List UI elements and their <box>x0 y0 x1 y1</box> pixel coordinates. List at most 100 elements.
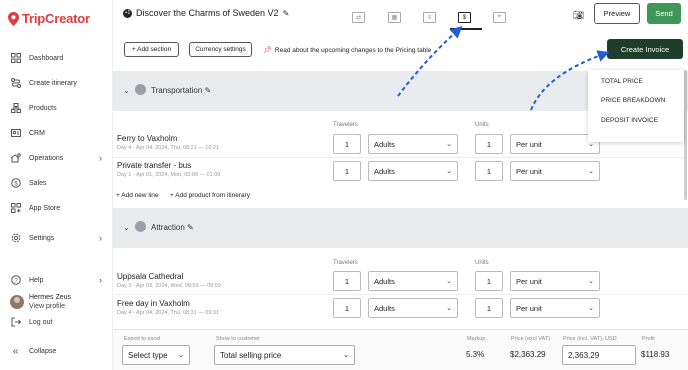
unit-type-select[interactable]: Per unit ⌄ <box>510 134 600 154</box>
route-icon <box>10 78 21 89</box>
currency-settings-button[interactable]: Currency settings <box>189 42 252 57</box>
add-new-line-link[interactable]: + Add new line <box>116 192 158 199</box>
view-profile-link[interactable]: View profile <box>29 302 71 311</box>
traveler-type-select[interactable]: Adults ⌄ <box>368 134 458 154</box>
collapse-button[interactable]: « Collapse <box>10 343 110 359</box>
sidebar-item-create-itinerary[interactable]: Create itinerary <box>10 75 110 91</box>
attraction-icon <box>135 221 146 232</box>
user-profile[interactable]: Hermes Zeus View profile <box>10 293 71 311</box>
chevron-down-icon: ⌄ <box>588 278 594 285</box>
sidebar-item-settings[interactable]: Settings › <box>10 230 110 246</box>
chevron-down-icon: ⌄ <box>446 305 452 312</box>
logo[interactable]: TripCreator <box>8 11 90 26</box>
unit-type-select[interactable]: Per unit ⌄ <box>510 271 600 291</box>
travelers-column-label: Travelers <box>333 122 358 128</box>
traveler-type-select[interactable]: Adults ⌄ <box>368 161 458 181</box>
price-incl-vat-input[interactable]: 2,363.29 <box>562 345 636 365</box>
chevron-right-icon: › <box>99 275 102 285</box>
sidebar-item-label: Create itinerary <box>29 79 77 87</box>
trip-badge: +1 <box>123 8 132 18</box>
chevron-down-icon[interactable]: ⌄ <box>123 86 130 95</box>
add-product-from-itinerary-link[interactable]: + Add product from itinerary <box>170 192 250 199</box>
send-button[interactable]: Send <box>647 3 681 24</box>
trip-title-text: Discover the Charms of Sweden V2 <box>136 8 279 18</box>
invoice-dropdown-menu: TOTAL PRICE PRICE BREAKDOWN DEPOSIT INVO… <box>588 70 684 142</box>
tab-overview-icon[interactable]: ⇄ <box>352 12 365 23</box>
sidebar-item-label: Sales <box>29 179 47 187</box>
active-tab-indicator <box>450 28 482 30</box>
unit-type-select[interactable]: Per unit ⌄ <box>510 161 600 181</box>
item-name: Free day in Vaxholm <box>117 299 190 308</box>
org-icon <box>10 103 21 114</box>
bus-icon <box>135 84 146 95</box>
travelers-input[interactable]: 1 <box>333 134 361 154</box>
chevron-down-icon: ⌄ <box>446 278 452 285</box>
profit-label: Profit <box>642 336 655 342</box>
price-excl-vat-value: $2,363.29 <box>510 350 546 359</box>
dollar-icon: $ <box>10 178 21 189</box>
sidebar-item-dashboard[interactable]: Dashboard <box>10 50 110 66</box>
tab-list-icon[interactable]: ≡ <box>423 12 436 23</box>
add-section-button[interactable]: + Add section <box>124 42 179 57</box>
traveler-type-select[interactable]: Adults ⌄ <box>368 298 458 318</box>
sidebar-item-app-store[interactable]: App Store <box>10 200 110 216</box>
price-excl-vat-label: Price (excl VAT) <box>511 336 550 342</box>
chevron-down-icon: ⌄ <box>343 352 349 359</box>
tab-map-icon[interactable]: ⌖ <box>493 12 506 23</box>
operations-icon <box>10 153 21 164</box>
menu-item-deposit-invoice[interactable]: DEPOSIT INVOICE <box>601 117 658 124</box>
log-out-icon <box>10 317 21 328</box>
log-out-button[interactable]: Log out <box>10 314 110 330</box>
user-name: Hermes Zeus <box>29 294 72 301</box>
units-input[interactable]: 1 <box>475 134 503 154</box>
vertical-scrollbar[interactable] <box>684 70 687 200</box>
menu-item-price-breakdown[interactable]: PRICE BREAKDOWN <box>601 97 665 104</box>
row-divider <box>113 157 688 158</box>
show-to-customer-select[interactable]: Total selling price ⌄ <box>214 345 355 365</box>
units-input[interactable]: 1 <box>475 271 503 291</box>
export-label: Export to excel <box>124 336 161 342</box>
sidebar-item-products[interactable]: Products <box>10 100 110 116</box>
travelers-input[interactable]: 1 <box>333 161 361 181</box>
location-pin-icon <box>8 11 19 26</box>
create-invoice-button[interactable]: Create Invoice <box>607 39 683 59</box>
sidebar-item-label: Dashboard <box>29 54 64 62</box>
markup-value: 5.3% <box>466 350 485 359</box>
sidebar-item-sales[interactable]: $ Sales <box>10 175 110 191</box>
export-type-select[interactable]: Select type ⌄ <box>122 345 190 365</box>
sidebar-item-label: Settings <box>29 234 55 242</box>
pencil-icon[interactable]: ✎ <box>283 9 290 18</box>
traveler-type-select[interactable]: Adults ⌄ <box>368 271 458 291</box>
preview-button[interactable]: Preview <box>594 3 640 24</box>
chevron-right-icon: › <box>99 153 102 163</box>
tab-calendar-icon[interactable]: ▦ <box>388 12 401 23</box>
chevron-down-icon[interactable]: ⌄ <box>123 223 130 232</box>
camera-icon[interactable]: 📷︎ <box>573 10 584 21</box>
pricing-notice[interactable]: 📌︎ Read about the upcoming changes to th… <box>263 46 431 55</box>
item-name: Ferry to Vaxholm <box>117 134 178 143</box>
chevron-down-icon: ⌄ <box>178 352 184 359</box>
sidebar-item-label: Products <box>29 104 57 112</box>
sidebar-item-operations[interactable]: Operations › <box>10 150 110 166</box>
log-out-label: Log out <box>29 318 53 326</box>
units-input[interactable]: 1 <box>475 161 503 181</box>
travelers-input[interactable]: 1 <box>333 271 361 291</box>
help-label: Help <box>29 276 44 284</box>
units-input[interactable]: 1 <box>475 298 503 318</box>
item-date: Day 4 - Apr 04, 2024, Thu, 08:31 — 09:31 <box>117 310 220 316</box>
chevron-down-icon: ⌄ <box>446 141 452 148</box>
chevron-down-icon: ⌄ <box>588 305 594 312</box>
show-to-customer-label: Show to customer <box>216 336 261 342</box>
tab-pricing-icon[interactable]: $ <box>458 12 471 23</box>
menu-item-total-price[interactable]: TOTAL PRICE <box>601 78 643 85</box>
units-column-label: Units <box>475 260 489 266</box>
sidebar-item-help[interactable]: ? Help › <box>10 272 110 288</box>
pushpin-icon: 📌︎ <box>263 47 272 54</box>
section-header-attraction[interactable]: ⌄ Attraction ✎ <box>113 208 688 248</box>
sidebar: TripCreator Dashboard Create itinerary P… <box>0 0 113 370</box>
sidebar-item-crm[interactable]: CRM <box>10 125 110 141</box>
item-name: Private transfer - bus <box>117 161 192 170</box>
chevron-right-icon: › <box>99 233 102 243</box>
unit-type-select[interactable]: Per unit ⌄ <box>510 298 600 318</box>
travelers-input[interactable]: 1 <box>333 298 361 318</box>
